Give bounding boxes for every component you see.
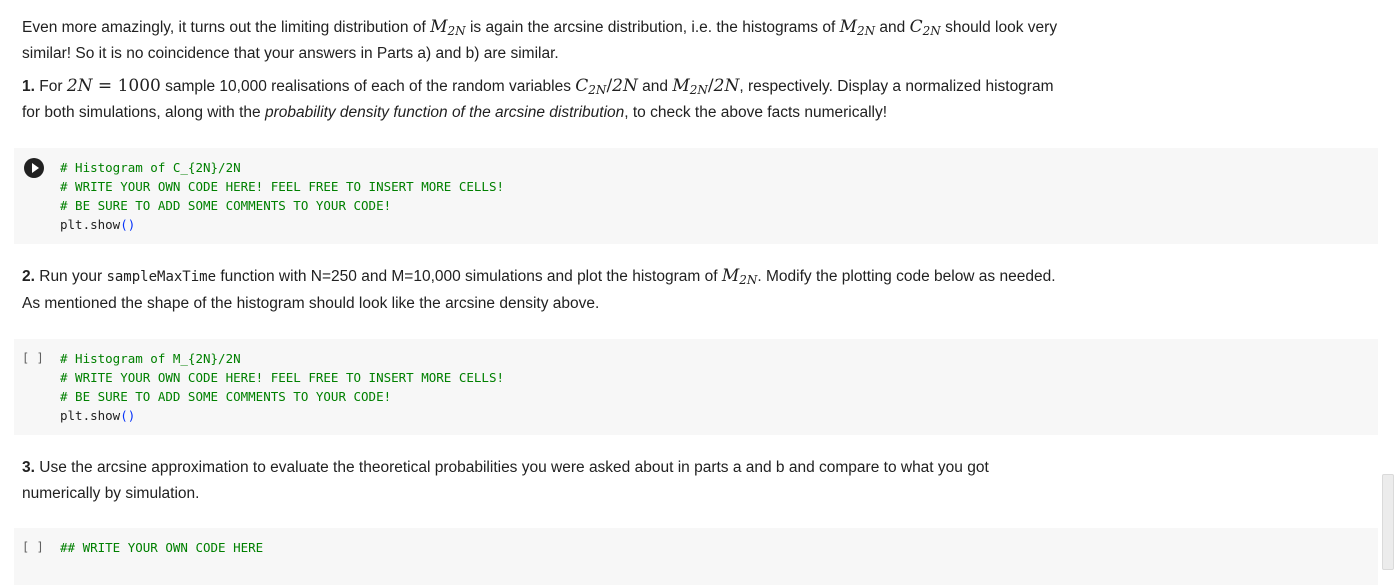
- code-cell-2[interactable]: [ ] # Histogram of M_{2N}/2N # WRITE YOUR…: [14, 339, 1378, 435]
- run-cell-button[interactable]: [24, 158, 44, 178]
- code-cell-3[interactable]: [ ] ## WRITE YOUR OWN CODE HERE: [14, 528, 1378, 585]
- code-editor[interactable]: # Histogram of C_{2N}/2N # WRITE YOUR OWN…: [60, 158, 504, 234]
- inline-code-sampleMaxTime: sampleMaxTime: [106, 269, 217, 285]
- math-C2N: C2N: [909, 17, 941, 38]
- math-M2N: M2N: [430, 17, 466, 38]
- question-3-text-cell: 3. Use the arcsine approximation to eval…: [22, 455, 1062, 506]
- question-2-paragraph: 2. Run your sampleMaxTime function with …: [22, 266, 1056, 312]
- execution-count[interactable]: [ ]: [22, 540, 44, 554]
- question-2-text-cell: 2. Run your sampleMaxTime function with …: [22, 264, 1062, 316]
- question-1-paragraph: 1. For 2N = 1000 sample 10,000 realisati…: [22, 76, 1054, 121]
- question-1-text-cell: 1. For 2N = 1000 sample 10,000 realisati…: [22, 74, 1062, 125]
- math-2N-equals-1000: 2N = 1000: [66, 76, 161, 96]
- question-number: 1.: [22, 78, 35, 95]
- arcsine-pdf-emphasis: probability density function of the arcs…: [264, 103, 625, 121]
- scrollbar-thumb[interactable]: [1382, 474, 1394, 570]
- code-editor[interactable]: ## WRITE YOUR OWN CODE HERE: [60, 538, 263, 557]
- execution-count[interactable]: [ ]: [22, 351, 44, 365]
- math-M2N: M2N: [721, 266, 758, 287]
- math-M2N-over-2N: M2N/2N: [672, 76, 740, 97]
- intro-text-cell: Even more amazingly, it turns out the li…: [22, 15, 1062, 66]
- question-number: 3.: [22, 459, 35, 476]
- question-number: 2.: [22, 268, 35, 285]
- code-cell-1[interactable]: # Histogram of C_{2N}/2N # WRITE YOUR OWN…: [14, 148, 1378, 244]
- question-3-paragraph: 3. Use the arcsine approximation to eval…: [22, 459, 989, 502]
- intro-paragraph: Even more amazingly, it turns out the li…: [22, 17, 1058, 62]
- math-M2N: M2N: [839, 17, 876, 38]
- code-editor[interactable]: # Histogram of M_{2N}/2N # WRITE YOUR OWN…: [60, 349, 504, 425]
- math-C2N-over-2N: C2N/2N: [575, 76, 638, 97]
